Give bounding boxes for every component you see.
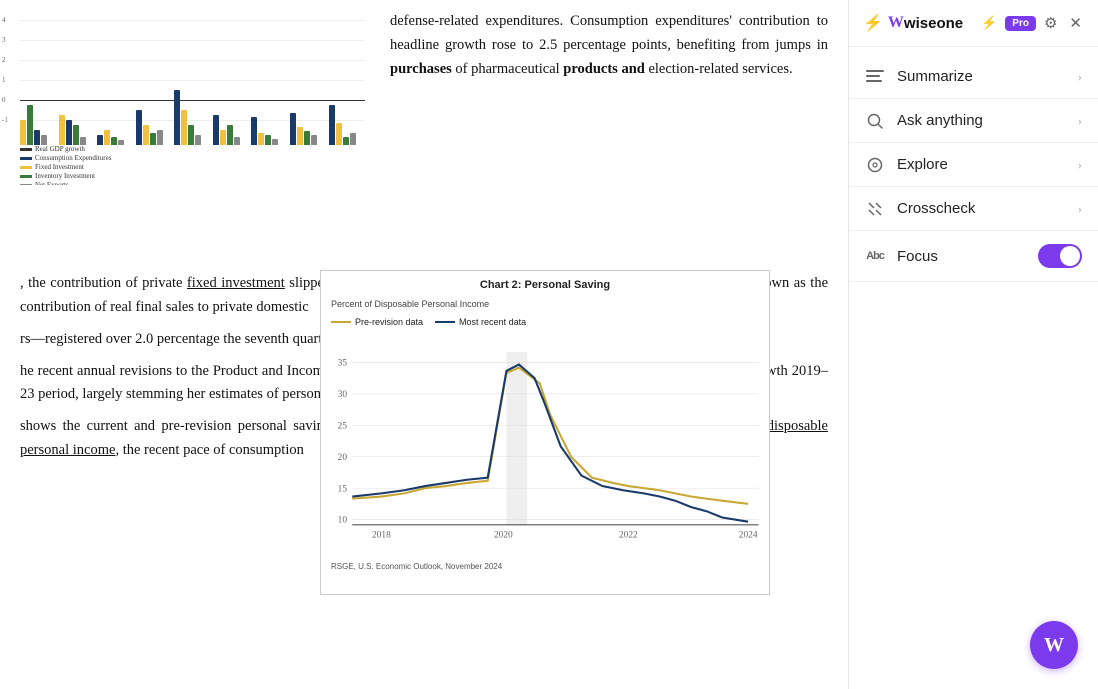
y-label-4: 4 — [2, 15, 6, 26]
pro-badge: Pro — [1005, 16, 1036, 31]
chart2-legend-prerevision: Pre-revision data — [331, 315, 423, 329]
settings-button[interactable]: ⚙ — [1042, 12, 1059, 34]
y-label-3: 3 — [2, 35, 6, 46]
legend-recent-label: Most recent data — [459, 315, 526, 329]
crosscheck-label: Crosscheck — [897, 200, 1066, 217]
wiseone-name: wiseone — [904, 15, 963, 32]
wiseone-panel: ⚡ W wiseone ⚡ Pro ⚙ ✕ Summarize › Ask an… — [848, 0, 1098, 689]
svg-text:35: 35 — [338, 359, 348, 369]
menu-item-crosscheck[interactable]: Crosscheck › — [849, 187, 1098, 231]
svg-text:2022: 2022 — [619, 531, 638, 541]
focus-label: Focus — [897, 248, 1026, 265]
focus-icon: Abc — [865, 250, 885, 262]
crosscheck-chevron: › — [1078, 201, 1082, 217]
menu-item-summarize[interactable]: Summarize › — [849, 55, 1098, 99]
y-label-0: 0 — [2, 95, 6, 106]
chart1-legend: Real GDP growth Consumption Expenditures… — [0, 145, 370, 185]
y-label-1: 1 — [2, 75, 6, 86]
summarize-icon — [865, 70, 885, 84]
svg-text:30: 30 — [338, 390, 348, 400]
menu-item-ask[interactable]: Ask anything › — [849, 99, 1098, 143]
close-button[interactable]: ✕ — [1067, 12, 1084, 34]
fixed-investment-link[interactable]: fixed investment — [187, 275, 285, 291]
wiseone-fab[interactable]: W — [1030, 621, 1078, 669]
lightning-icon: ⚡ — [863, 13, 883, 33]
paragraph-defense: defense-related expenditures. Consumptio… — [390, 10, 828, 82]
main-content: 4 3 2 1 0 -1 — [0, 0, 848, 689]
chart2-svg: 35 30 25 20 15 10 2018 2020 2022 2024 — [321, 331, 769, 551]
legend-prerevision-label: Pre-revision data — [355, 315, 423, 329]
explore-chevron: › — [1078, 157, 1082, 173]
focus-toggle[interactable] — [1038, 244, 1082, 268]
svg-text:20: 20 — [338, 453, 348, 463]
chart2-title: Chart 2: Personal Saving — [321, 271, 769, 297]
svg-text:2024: 2024 — [739, 531, 758, 541]
chart2-legend: Pre-revision data Most recent data — [321, 313, 769, 331]
menu-item-focus: Abc Focus — [849, 231, 1098, 282]
toggle-knob — [1060, 246, 1080, 266]
fab-label: W — [1044, 634, 1064, 657]
header-icons: ⚙ ✕ — [1042, 12, 1084, 34]
wiseone-w: W — [888, 14, 904, 32]
explore-label: Explore — [897, 156, 1066, 173]
ask-label: Ask anything — [897, 112, 1066, 129]
crosscheck-icon — [865, 201, 885, 217]
ask-chevron: › — [1078, 113, 1082, 129]
chart2-source: RSGE, U.S. Economic Outlook, November 20… — [321, 559, 769, 576]
chart2-container: Chart 2: Personal Saving Percent of Disp… — [320, 270, 770, 595]
wiseone-header: ⚡ W wiseone ⚡ Pro ⚙ ✕ — [849, 0, 1098, 47]
legend-recent-line — [435, 321, 455, 323]
chart2-subtitle: Percent of Disposable Personal Income — [321, 297, 769, 313]
svg-text:2020: 2020 — [494, 531, 513, 541]
summarize-label: Summarize — [897, 68, 1066, 85]
chart2-legend-recent: Most recent data — [435, 315, 526, 329]
y-label-2: 2 — [2, 55, 6, 66]
svg-text:10: 10 — [338, 516, 348, 526]
svg-text:15: 15 — [338, 485, 348, 495]
svg-text:2018: 2018 — [372, 531, 391, 541]
y-label-neg1: -1 — [2, 115, 8, 126]
wiseone-logo: ⚡ W wiseone — [863, 13, 975, 33]
legend-prerevision-line — [331, 321, 351, 323]
svg-text:25: 25 — [338, 422, 348, 432]
summarize-chevron: › — [1078, 69, 1082, 85]
pro-lightning-icon: ⚡ — [981, 15, 997, 31]
chart1-container: 4 3 2 1 0 -1 — [0, 0, 370, 185]
explore-icon — [865, 157, 885, 173]
menu-item-explore[interactable]: Explore › — [849, 143, 1098, 187]
wiseone-menu: Summarize › Ask anything › Explore › — [849, 47, 1098, 360]
ask-icon — [865, 113, 885, 129]
text-top-right: defense-related expenditures. Consumptio… — [390, 10, 828, 82]
